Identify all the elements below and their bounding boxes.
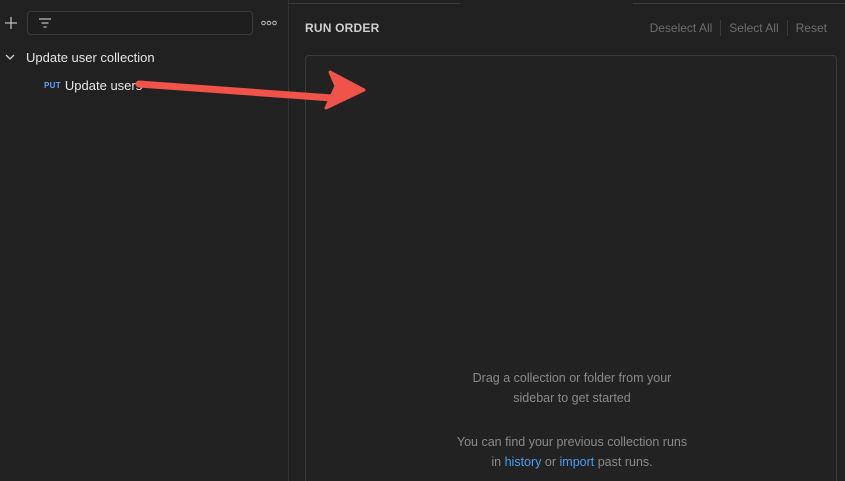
chevron-down-icon[interactable] bbox=[5, 51, 17, 63]
empty-state-drag-hint: Drag a collection or folder from your si… bbox=[306, 368, 838, 408]
collection-runner-window: Update user collection PUT Update users … bbox=[0, 0, 845, 481]
import-link[interactable]: import bbox=[560, 455, 595, 469]
collection-item[interactable]: Update user collection bbox=[0, 44, 288, 70]
run-order-actions: Deselect All Select All Reset bbox=[642, 20, 835, 36]
request-item[interactable]: PUT Update users bbox=[0, 72, 288, 98]
request-method-badge: PUT bbox=[44, 80, 61, 90]
empty-state-text: or bbox=[544, 455, 557, 469]
run-order-drop-zone[interactable]: Drag a collection or folder from your si… bbox=[305, 55, 837, 481]
more-horizontal-icon[interactable] bbox=[258, 13, 280, 33]
empty-state-line: You can find your previous collection ru… bbox=[456, 435, 688, 449]
empty-state-line: in history or import past runs. bbox=[306, 452, 838, 472]
search-field[interactable] bbox=[27, 11, 253, 35]
select-all-button[interactable]: Select All bbox=[721, 21, 786, 35]
empty-state-history-hint: You can find your previous collection ru… bbox=[306, 432, 838, 472]
tab-divider bbox=[633, 0, 845, 4]
deselect-all-button[interactable]: Deselect All bbox=[642, 21, 721, 35]
run-order-title: RUN ORDER bbox=[305, 21, 380, 35]
plus-icon[interactable] bbox=[1, 11, 21, 35]
history-link[interactable]: history bbox=[505, 455, 542, 469]
empty-state-line: sidebar to get started bbox=[513, 391, 631, 405]
tab-divider bbox=[289, 0, 460, 4]
run-order-panel: RUN ORDER Deselect All Select All Reset … bbox=[289, 0, 845, 481]
empty-state-text: in bbox=[491, 455, 502, 469]
collection-name: Update user collection bbox=[26, 49, 155, 65]
reset-button[interactable]: Reset bbox=[788, 21, 835, 35]
empty-state-text: past runs. bbox=[597, 455, 653, 469]
request-name: Update users bbox=[64, 77, 143, 93]
search-input[interactable] bbox=[60, 12, 252, 34]
sidebar: Update user collection PUT Update users bbox=[0, 0, 289, 481]
empty-state-line: Drag a collection or folder from your bbox=[472, 371, 672, 385]
tab-strip bbox=[289, 0, 845, 4]
filter-icon[interactable] bbox=[38, 16, 54, 30]
